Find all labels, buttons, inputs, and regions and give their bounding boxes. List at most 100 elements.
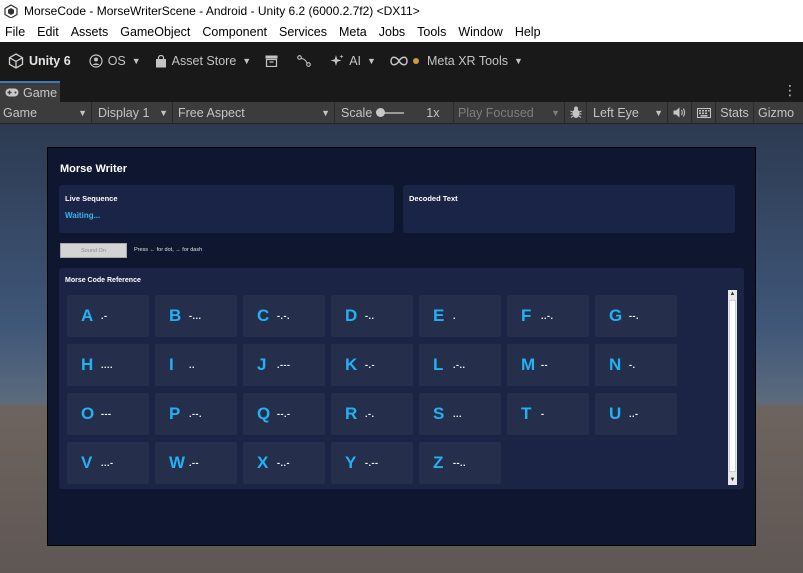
archive-box-icon — [265, 55, 278, 67]
menu-tools[interactable]: Tools — [411, 25, 452, 39]
scrollbar-thumb[interactable] — [729, 300, 736, 472]
account-icon — [89, 54, 103, 68]
letter-card-o: O --- — [67, 393, 149, 435]
more-options-icon[interactable]: ⋮ — [783, 83, 797, 97]
shopping-bag-icon — [155, 54, 166, 67]
play-focused-label: Play Focused — [458, 105, 534, 120]
letter-card-q: Q --.- — [243, 393, 325, 435]
display-dropdown[interactable]: Display 1 ▼ — [92, 101, 173, 124]
asset-store-dropdown[interactable]: Asset Store ▼ — [155, 54, 251, 68]
stats-toggle[interactable]: Stats — [716, 101, 754, 124]
os-dropdown[interactable]: OS ▼ — [89, 54, 141, 68]
scale-label: Scale — [341, 105, 373, 120]
morse-code: - — [541, 409, 545, 419]
sound-toggle-button[interactable]: Sound On — [60, 243, 127, 258]
tab-game[interactable]: Game — [0, 81, 60, 102]
morse-code: --.. — [453, 458, 466, 468]
keyboard-icon — [696, 107, 711, 118]
chevron-down-icon: ▼ — [78, 107, 87, 118]
letter-card-s: S... — [419, 393, 501, 435]
morse-code: -.-. — [277, 311, 290, 321]
morse-code: --. — [629, 311, 639, 321]
chevron-down-icon: ▼ — [321, 107, 330, 118]
menu-gameobject[interactable]: GameObject — [114, 25, 196, 39]
morse-code: .-. — [365, 409, 375, 419]
scale-slider-track[interactable] — [376, 107, 405, 117]
keyboard-shortcuts-toggle[interactable] — [692, 101, 716, 124]
menu-component[interactable]: Component — [196, 25, 273, 39]
letter-char: Q — [257, 404, 271, 423]
view-type-dropdown[interactable]: Game ▼ — [0, 101, 92, 124]
menu-assets[interactable]: Assets — [65, 25, 115, 39]
eye-dropdown[interactable]: Left Eye ▼ — [587, 101, 668, 124]
decoded-text-label: Decoded Text — [409, 194, 458, 203]
tab-game-label: Game — [23, 85, 58, 100]
chevron-down-icon: ▼ — [551, 107, 560, 118]
mute-audio-toggle[interactable] — [668, 101, 692, 124]
unity-logo-icon — [4, 4, 18, 18]
menu-edit[interactable]: Edit — [31, 25, 65, 39]
morse-code: .-- — [189, 458, 199, 468]
view-type-label: Game — [3, 105, 38, 120]
letter-char: O — [81, 404, 95, 423]
ai-dropdown[interactable]: AI ▼ — [330, 54, 376, 68]
frame-debugger-button[interactable] — [565, 101, 587, 124]
letter-char: E — [433, 306, 445, 325]
chevron-down-icon: ▼ — [367, 56, 376, 66]
gizmos-toggle[interactable]: Gizmo — [754, 102, 802, 124]
morse-code: -.-- — [365, 458, 379, 468]
live-sequence-value: Waiting... — [65, 211, 101, 220]
menu-jobs[interactable]: Jobs — [373, 25, 411, 39]
stats-label: Stats — [720, 105, 749, 120]
morse-code: -.- — [365, 360, 375, 370]
morse-code: ..-. — [541, 311, 554, 321]
letter-char: Y — [345, 453, 357, 472]
scale-slider[interactable]: Scale 1x — [335, 101, 454, 124]
version-control-button[interactable] — [297, 55, 316, 67]
menu-meta[interactable]: Meta — [333, 25, 373, 39]
letter-card-t: T- — [507, 393, 589, 435]
menu-window[interactable]: Window — [452, 25, 508, 39]
bug-icon — [569, 106, 582, 118]
window-titlebar: MorseCode - MorseWriterScene - Android -… — [0, 0, 803, 22]
letter-char: H — [81, 355, 94, 374]
decoded-text-box: Decoded Text — [403, 185, 735, 233]
letter-char: S — [433, 404, 445, 423]
game-viewport[interactable]: Morse Writer Live Sequence Waiting... De… — [0, 124, 803, 573]
chevron-down-icon: ▼ — [654, 107, 663, 118]
letter-card-e: E. — [419, 295, 501, 337]
play-focused-dropdown[interactable]: Play Focused ▼ — [454, 101, 565, 124]
reference-scrollbar[interactable]: ▲ ▼ — [728, 290, 737, 485]
morse-code: -.. — [365, 311, 375, 321]
status-dot — [412, 58, 419, 64]
morse-code: .. — [189, 360, 196, 370]
package-manager-button[interactable] — [265, 55, 283, 67]
menu-help[interactable]: Help — [509, 25, 547, 39]
ai-label: AI — [349, 54, 362, 68]
letter-card-h: H.... — [67, 344, 149, 386]
menu-file[interactable]: File — [0, 25, 31, 39]
scroll-up-icon[interactable]: ▲ — [728, 290, 737, 299]
gizmos-label: Gizmo — [758, 105, 795, 120]
meta-infinity-icon — [390, 56, 408, 66]
aspect-dropdown[interactable]: Free Aspect ▼ — [173, 101, 335, 124]
scale-slider-handle[interactable] — [376, 107, 386, 117]
reference-box: Morse Code Reference A .- B -... C -.-. D -.. E.… — [59, 268, 744, 489]
branch-nodes-icon — [297, 55, 312, 67]
unity-account-button[interactable]: Unity 6 — [8, 53, 71, 69]
menu-services[interactable]: Services — [273, 25, 333, 39]
letter-char: N — [609, 355, 622, 374]
morse-code: ..- — [629, 409, 639, 419]
letter-card-x: X -..- — [243, 442, 325, 484]
editor-tab-strip: Game ⋮ — [0, 80, 803, 102]
morse-code: .--. — [189, 409, 202, 419]
letter-char: T — [521, 404, 532, 423]
morse-code: .- — [101, 311, 108, 321]
letter-card-y: Y -.-- — [331, 442, 413, 484]
morse-code: -..- — [277, 458, 290, 468]
scroll-down-icon[interactable]: ▼ — [728, 476, 737, 485]
morse-code: -. — [629, 360, 636, 370]
menu-bar: File Edit Assets GameObject Component Se… — [0, 22, 803, 42]
morse-code: --.- — [277, 409, 291, 419]
meta-xr-tools-dropdown[interactable]: Meta XR Tools ▼ — [390, 54, 523, 68]
